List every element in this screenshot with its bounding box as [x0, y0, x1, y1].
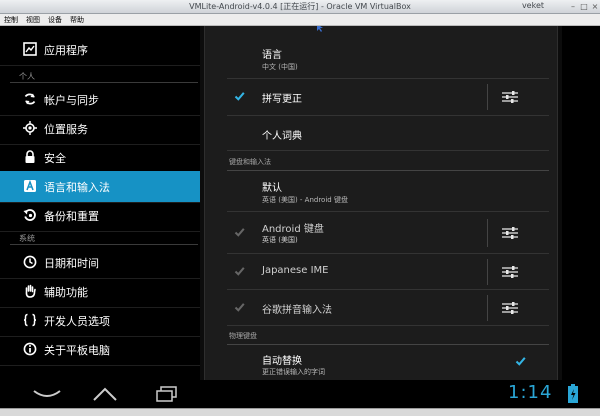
- host-status-strip: [0, 408, 600, 416]
- maximize-icon[interactable]: □: [579, 2, 589, 12]
- pref-personal-dictionary-title: 个人词典: [262, 131, 302, 142]
- header-security-label: 安全: [44, 152, 66, 165]
- hand-icon: [25, 284, 36, 298]
- physical-keyboard-divider: [227, 344, 549, 345]
- menu-devices[interactable]: 设备: [48, 15, 62, 25]
- header-date-time[interactable]: 日期和时间: [0, 247, 200, 279]
- menu-view[interactable]: 视图: [26, 15, 40, 25]
- settings-sliders-icon[interactable]: [502, 265, 518, 279]
- preference-list: 语言 中文 (中国) 拼写更正 个人词典 键盘和输入法 默认 英语 (美国) -…: [204, 26, 558, 380]
- pref-divider: [487, 219, 488, 247]
- pref-android-keyboard[interactable]: Android 键盘 英语 (美国): [227, 212, 549, 254]
- pref-auto-replace-title: 自动替换: [262, 356, 302, 367]
- header-apps[interactable]: 应用程序: [0, 34, 200, 66]
- menu-help[interactable]: 帮助: [70, 15, 84, 25]
- header-backup-reset[interactable]: 备份和重置: [0, 200, 200, 232]
- pref-divider: [487, 295, 488, 321]
- auto-replace-checkbox[interactable]: [515, 356, 526, 367]
- header-accounts-sync[interactable]: 帐户与同步: [0, 84, 200, 116]
- system-divider: [10, 244, 198, 245]
- personal-divider: [10, 82, 198, 83]
- navigation-bar: 1:14: [0, 380, 600, 408]
- pref-divider: [487, 259, 488, 285]
- pref-android-keyboard-title: Android 键盘: [262, 224, 324, 235]
- settings-headers-pane: 应用程序 个人 帐户与同步 位置服务 安全 语言和输入法 备份和重置 系统 日期…: [0, 26, 200, 380]
- header-language-input[interactable]: 语言和输入法: [0, 171, 200, 203]
- header-accounts-sync-label: 帐户与同步: [44, 94, 99, 107]
- keyboard-a-icon: [24, 179, 36, 192]
- japanese-ime-checkbox[interactable]: [234, 266, 245, 277]
- pref-language[interactable]: 语言 中文 (中国): [227, 40, 549, 79]
- host-title-bar: VMLite-Android-v4.0.4 [正在运行] - Oracle VM…: [0, 0, 600, 14]
- pref-default-summary: 英语 (美国) - Android 键盘: [262, 196, 348, 204]
- header-backup-reset-label: 备份和重置: [44, 210, 99, 223]
- backup-icon: [23, 209, 36, 221]
- header-language-input-label: 语言和输入法: [44, 181, 110, 194]
- pref-language-title: 语言: [262, 50, 282, 61]
- menu-control[interactable]: 控制: [4, 15, 18, 25]
- pref-default-input[interactable]: 默认 英语 (美国) - Android 键盘: [227, 172, 549, 212]
- pref-spell-checker-title: 拼写更正: [262, 94, 302, 105]
- pref-google-pinyin[interactable]: 谷歌拼音输入法: [227, 290, 549, 326]
- window-title: VMLite-Android-v4.0.4 [正在运行] - Oracle VM…: [189, 2, 411, 11]
- close-icon[interactable]: ×: [590, 2, 600, 12]
- header-accessibility-label: 辅助功能: [44, 286, 88, 299]
- battery-icon: [568, 384, 578, 403]
- keyboard-input-header: 键盘和输入法: [229, 158, 271, 166]
- back-icon[interactable]: [32, 389, 62, 399]
- home-icon[interactable]: [92, 387, 118, 401]
- android-keyboard-checkbox[interactable]: [234, 227, 245, 238]
- header-security[interactable]: 安全: [0, 142, 200, 174]
- pref-japanese-ime-title: Japanese IME: [262, 265, 329, 276]
- pref-language-summary: 中文 (中国): [262, 63, 298, 71]
- window-user: veket: [521, 1, 544, 10]
- pref-default-title: 默认: [262, 183, 282, 194]
- braces-icon: [23, 313, 37, 327]
- pref-japanese-ime[interactable]: Japanese IME: [227, 254, 549, 290]
- pref-personal-dictionary[interactable]: 个人词典: [227, 116, 549, 151]
- header-developer-options-label: 开发人员选项: [44, 315, 110, 328]
- apps-icon: [23, 42, 37, 56]
- status-clock: 1:14: [508, 382, 553, 403]
- header-apps-label: 应用程序: [44, 44, 88, 57]
- header-location-label: 位置服务: [44, 123, 88, 136]
- physical-keyboard-header: 物理键盘: [229, 332, 257, 340]
- system-header: 系统: [19, 234, 35, 243]
- sync-icon: [24, 93, 36, 105]
- header-about-tablet-label: 关于平板电脑: [44, 344, 110, 357]
- spellcheck-checkbox[interactable]: [234, 91, 245, 102]
- guest-screen: 应用程序 个人 帐户与同步 位置服务 安全 语言和输入法 备份和重置 系统 日期…: [0, 26, 600, 380]
- host-scroll-area[interactable]: [562, 26, 600, 380]
- header-developer-options[interactable]: 开发人员选项: [0, 305, 200, 337]
- recent-apps-icon[interactable]: [156, 386, 178, 402]
- settings-sliders-icon[interactable]: [502, 90, 518, 104]
- mouse-pointer-icon: [317, 26, 323, 32]
- pref-google-pinyin-title: 谷歌拼音输入法: [262, 305, 332, 316]
- settings-sliders-icon[interactable]: [502, 301, 518, 315]
- minimize-icon[interactable]: –: [568, 2, 578, 12]
- host-menu-bar: 控制 视图 设备 帮助: [0, 14, 600, 26]
- personal-header: 个人: [19, 72, 35, 81]
- header-accessibility[interactable]: 辅助功能: [0, 276, 200, 308]
- pref-android-keyboard-summary: 英语 (美国): [262, 236, 298, 244]
- header-location[interactable]: 位置服务: [0, 113, 200, 145]
- info-icon: [23, 342, 37, 356]
- keyboard-input-divider: [227, 170, 549, 171]
- header-date-time-label: 日期和时间: [44, 257, 99, 270]
- pref-auto-replace-summary: 更正错误输入的字词: [262, 368, 325, 376]
- language-input-settings-pane: 语言 中文 (中国) 拼写更正 个人词典 键盘和输入法 默认 英语 (美国) -…: [200, 26, 562, 380]
- lock-icon: [25, 150, 35, 163]
- pref-spell-checker[interactable]: 拼写更正: [227, 79, 549, 116]
- pref-auto-replace[interactable]: 自动替换 更正错误输入的字词: [227, 346, 549, 380]
- header-about-tablet[interactable]: 关于平板电脑: [0, 334, 200, 366]
- settings-sliders-icon[interactable]: [502, 226, 518, 240]
- pref-divider: [487, 84, 488, 110]
- google-pinyin-checkbox[interactable]: [234, 302, 245, 313]
- location-icon: [23, 121, 37, 135]
- clock-icon: [23, 255, 37, 269]
